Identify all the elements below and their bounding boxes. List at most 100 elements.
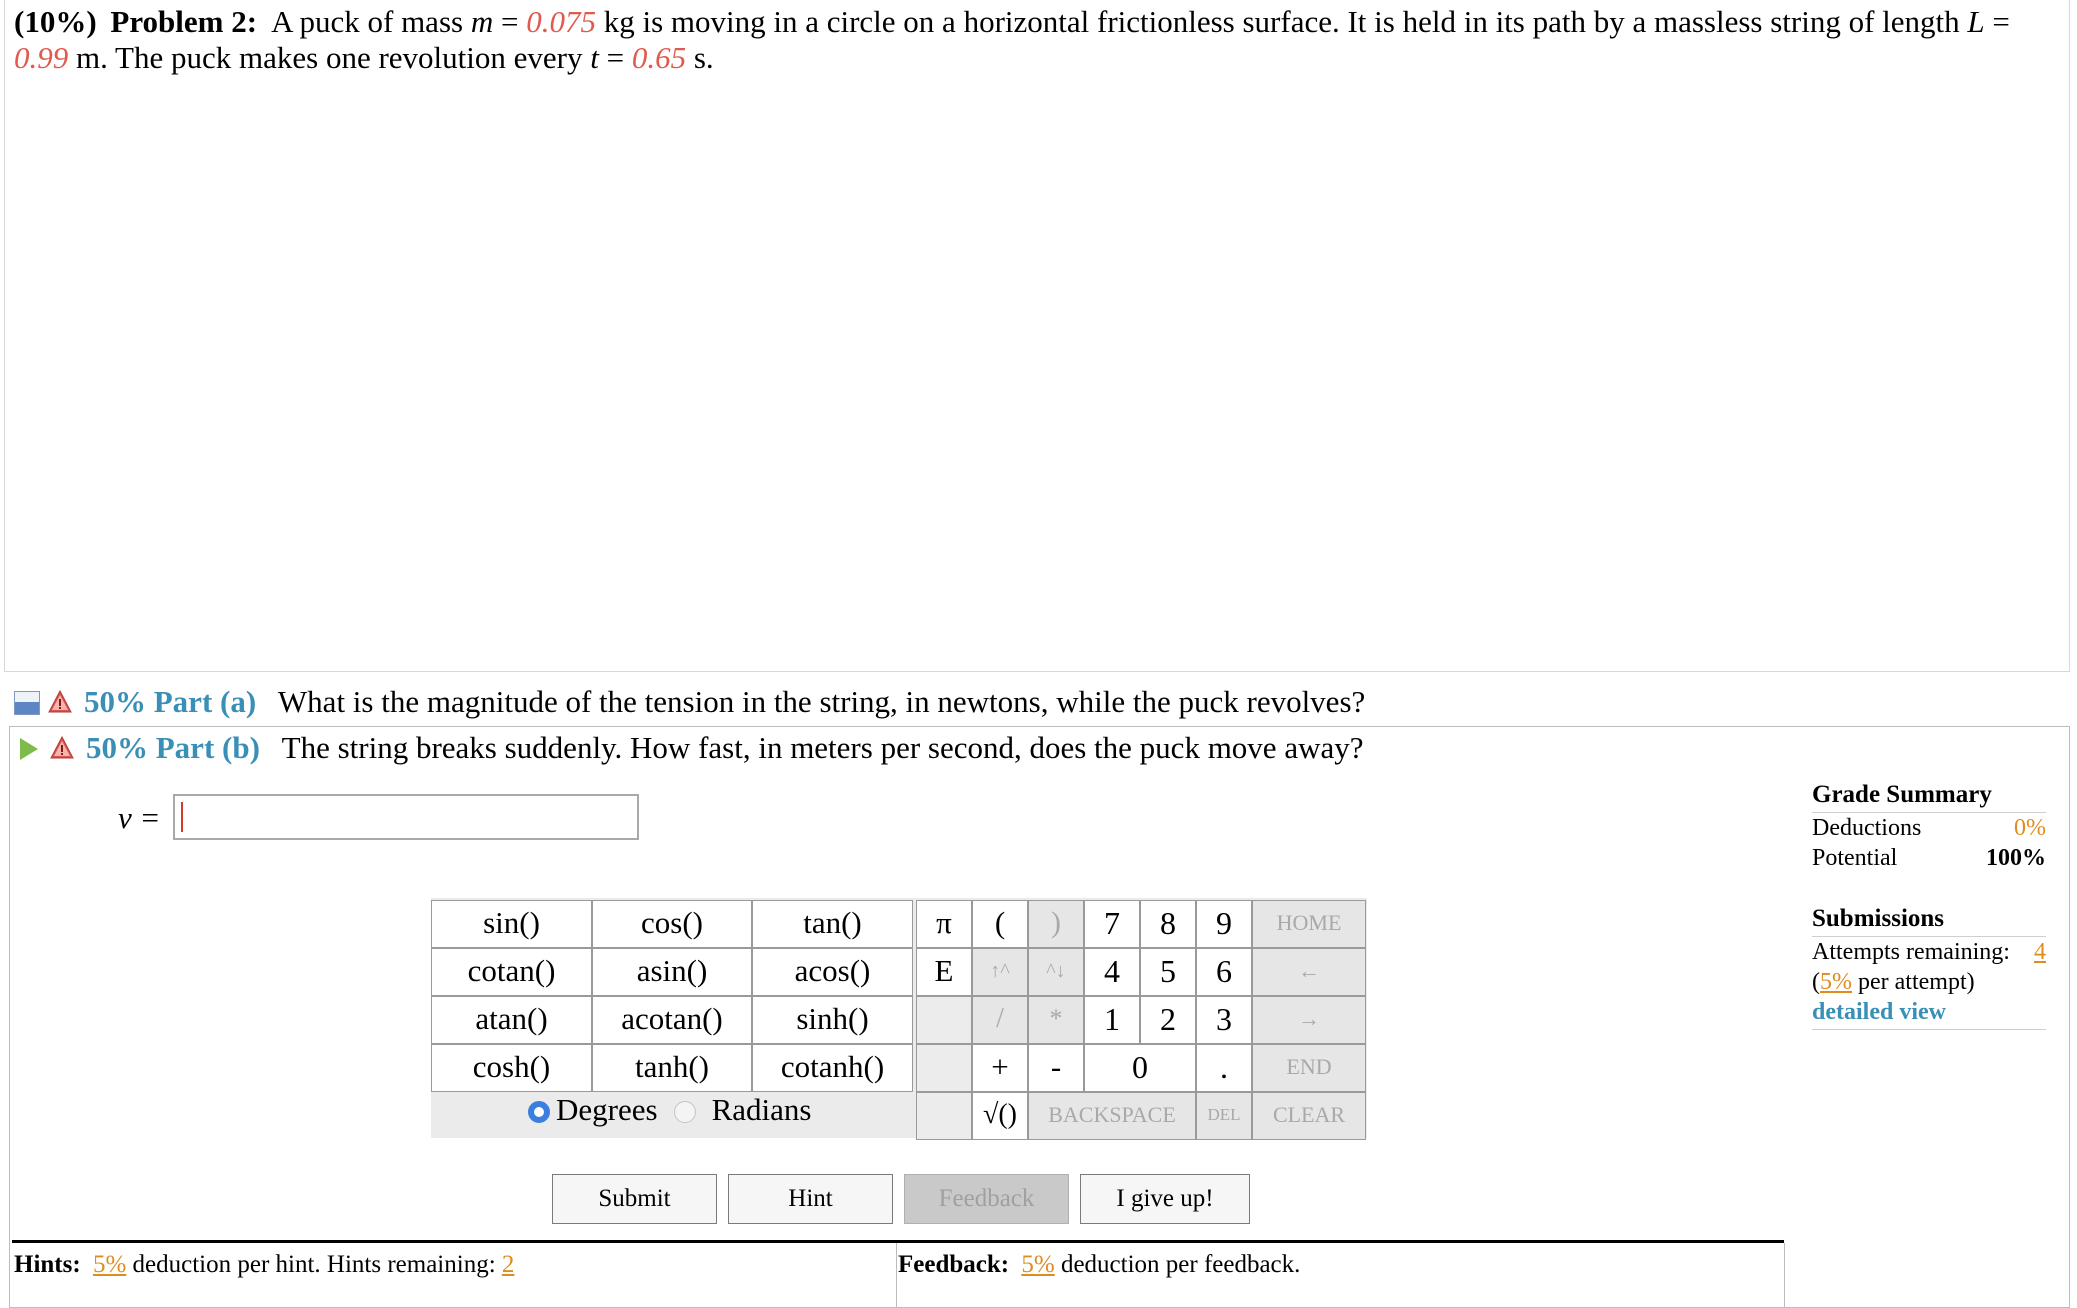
collapse-icon[interactable] bbox=[14, 691, 40, 715]
key-delete[interactable]: DEL bbox=[1196, 1092, 1252, 1140]
key-superscript-up[interactable]: ↑^ bbox=[972, 948, 1028, 996]
key-cos[interactable]: cos() bbox=[592, 900, 752, 948]
part-a-label[interactable]: 50% Part (a) bbox=[84, 684, 256, 719]
key-cursor-left[interactable]: ← bbox=[1252, 948, 1366, 996]
warning-icon bbox=[50, 736, 74, 759]
key-2[interactable]: 2 bbox=[1140, 996, 1196, 1044]
key-left-paren[interactable]: ( bbox=[972, 900, 1028, 948]
hint-button[interactable]: Hint bbox=[728, 1174, 893, 1224]
feedback-button[interactable]: Feedback bbox=[904, 1174, 1069, 1224]
equals-sign: = bbox=[1984, 4, 2010, 39]
key-1[interactable]: 1 bbox=[1084, 996, 1140, 1044]
key-0[interactable]: 0 bbox=[1084, 1044, 1196, 1092]
key-tan[interactable]: tan() bbox=[752, 900, 913, 948]
part-b-row[interactable]: 50% Part (b) The string breaks suddenly.… bbox=[14, 728, 1363, 768]
key-cursor-right[interactable]: → bbox=[1252, 996, 1366, 1044]
warning-icon bbox=[48, 690, 72, 713]
submit-button[interactable]: Submit bbox=[552, 1174, 717, 1224]
key-end[interactable]: END bbox=[1252, 1044, 1366, 1092]
key-8[interactable]: 8 bbox=[1140, 900, 1196, 948]
problem-text-1: A puck of mass bbox=[271, 4, 471, 39]
problem-container bbox=[4, 0, 2070, 672]
key-backspace[interactable]: BACKSPACE bbox=[1028, 1092, 1196, 1140]
problem-text-3: m. The puck makes one revolution every bbox=[68, 40, 591, 75]
hints-deduction-value: 5% bbox=[92, 1251, 127, 1278]
grade-summary-title: Grade Summary bbox=[1812, 778, 2046, 813]
radians-label[interactable]: Radians bbox=[712, 1092, 812, 1127]
key-clear[interactable]: CLEAR bbox=[1252, 1092, 1366, 1140]
key-multiply[interactable]: * bbox=[1028, 996, 1084, 1044]
submissions-title: Submissions bbox=[1812, 902, 2046, 937]
key-divide[interactable]: / bbox=[972, 996, 1028, 1044]
key-plus[interactable]: + bbox=[972, 1044, 1028, 1092]
key-sin[interactable]: sin() bbox=[431, 900, 592, 948]
feedback-label: Feedback: bbox=[898, 1251, 1010, 1278]
problem-label: Problem 2: bbox=[110, 4, 258, 39]
key-acotan[interactable]: acotan() bbox=[592, 996, 752, 1044]
key-sqrt[interactable]: √() bbox=[972, 1092, 1028, 1140]
attempts-label: Attempts remaining: bbox=[1812, 939, 2010, 965]
column-divider bbox=[896, 1243, 897, 1308]
key-decimal[interactable]: . bbox=[1196, 1044, 1252, 1092]
key-5[interactable]: 5 bbox=[1140, 948, 1196, 996]
give-up-button[interactable]: I give up! bbox=[1080, 1174, 1250, 1224]
feedback-deduction-value: 5% bbox=[1021, 1251, 1055, 1278]
key-cotan[interactable]: cotan() bbox=[431, 948, 592, 996]
key-superscript-down[interactable]: ^↓ bbox=[1028, 948, 1084, 996]
mass-value: 0.075 bbox=[526, 4, 596, 39]
radians-radio[interactable] bbox=[673, 1101, 696, 1123]
expand-play-icon[interactable] bbox=[20, 738, 38, 760]
submissions-info: Attempts remaining: 4 (5% per attempt) de… bbox=[1812, 937, 2046, 1030]
part-a-question: What is the magnitude of the tension in … bbox=[277, 684, 1366, 719]
part-b-question: The string breaks suddenly. How fast, in… bbox=[281, 730, 1364, 765]
submissions-panel: Submissions Attempts remaining: 4 (5% per… bbox=[1812, 902, 2046, 1030]
key-6[interactable]: 6 bbox=[1196, 948, 1252, 996]
key-cosh[interactable]: cosh() bbox=[431, 1044, 592, 1092]
key-empty bbox=[916, 1092, 972, 1140]
problem-text-4: s. bbox=[686, 40, 714, 75]
key-acos[interactable]: acos() bbox=[752, 948, 913, 996]
length-value: 0.99 bbox=[14, 40, 69, 75]
problem-statement: (10%) Problem 2: A puck of mass m = 0.075… bbox=[14, 4, 2064, 76]
detailed-view-link[interactable]: detailed view bbox=[1812, 997, 2046, 1027]
degrees-radio[interactable] bbox=[528, 1101, 550, 1123]
key-cotanh[interactable]: cotanh() bbox=[752, 1044, 913, 1092]
key-home[interactable]: HOME bbox=[1252, 900, 1366, 948]
time-value: 0.65 bbox=[631, 40, 687, 75]
attempts-value: 4 bbox=[2034, 939, 2046, 965]
degrees-label[interactable]: Degrees bbox=[556, 1092, 658, 1127]
deductions-value: 0% bbox=[2014, 815, 2046, 841]
angle-mode-group: Degrees Radians bbox=[528, 1092, 811, 1128]
problem-text-2: kg is moving in a circle on a horizontal… bbox=[595, 4, 1968, 39]
deductions-label: Deductions bbox=[1812, 815, 1922, 841]
length-symbol: L bbox=[1967, 4, 1985, 39]
hints-remaining: 2 bbox=[501, 1251, 515, 1278]
grade-summary-panel: Grade Summary Deductions 0% Potential 10… bbox=[1812, 778, 2046, 873]
potential-row: Potential 100% bbox=[1812, 843, 2046, 873]
key-pi[interactable]: π bbox=[916, 900, 972, 948]
key-sinh[interactable]: sinh() bbox=[752, 996, 913, 1044]
key-empty bbox=[916, 1044, 972, 1092]
key-7[interactable]: 7 bbox=[1084, 900, 1140, 948]
key-9[interactable]: 9 bbox=[1196, 900, 1252, 948]
key-atan[interactable]: atan() bbox=[431, 996, 592, 1044]
part-a-row[interactable]: 50% Part (a) What is the magnitude of th… bbox=[14, 682, 1365, 722]
key-empty bbox=[916, 996, 972, 1044]
answer-input[interactable] bbox=[173, 794, 639, 840]
hints-deduction-text: deduction per hint. Hints remaining: bbox=[126, 1251, 502, 1278]
key-tanh[interactable]: tanh() bbox=[592, 1044, 752, 1092]
part-b-label[interactable]: 50% Part (b) bbox=[86, 730, 260, 765]
equals-sign: = bbox=[598, 40, 632, 75]
per-attempt-value: 5% bbox=[1820, 969, 1852, 995]
key-4[interactable]: 4 bbox=[1084, 948, 1140, 996]
per-attempt-row: (5% per attempt) bbox=[1812, 967, 2046, 997]
time-symbol: t bbox=[590, 40, 599, 75]
key-right-paren[interactable]: ) bbox=[1028, 900, 1084, 948]
key-3[interactable]: 3 bbox=[1196, 996, 1252, 1044]
column-edge bbox=[1784, 1243, 1785, 1308]
key-minus[interactable]: - bbox=[1028, 1044, 1084, 1092]
key-e[interactable]: E bbox=[916, 948, 972, 996]
key-asin[interactable]: asin() bbox=[592, 948, 752, 996]
attempts-row: Attempts remaining: 4 bbox=[1812, 937, 2046, 967]
hints-info: Hints: 5% deduction per hint. Hints rema… bbox=[14, 1246, 894, 1284]
